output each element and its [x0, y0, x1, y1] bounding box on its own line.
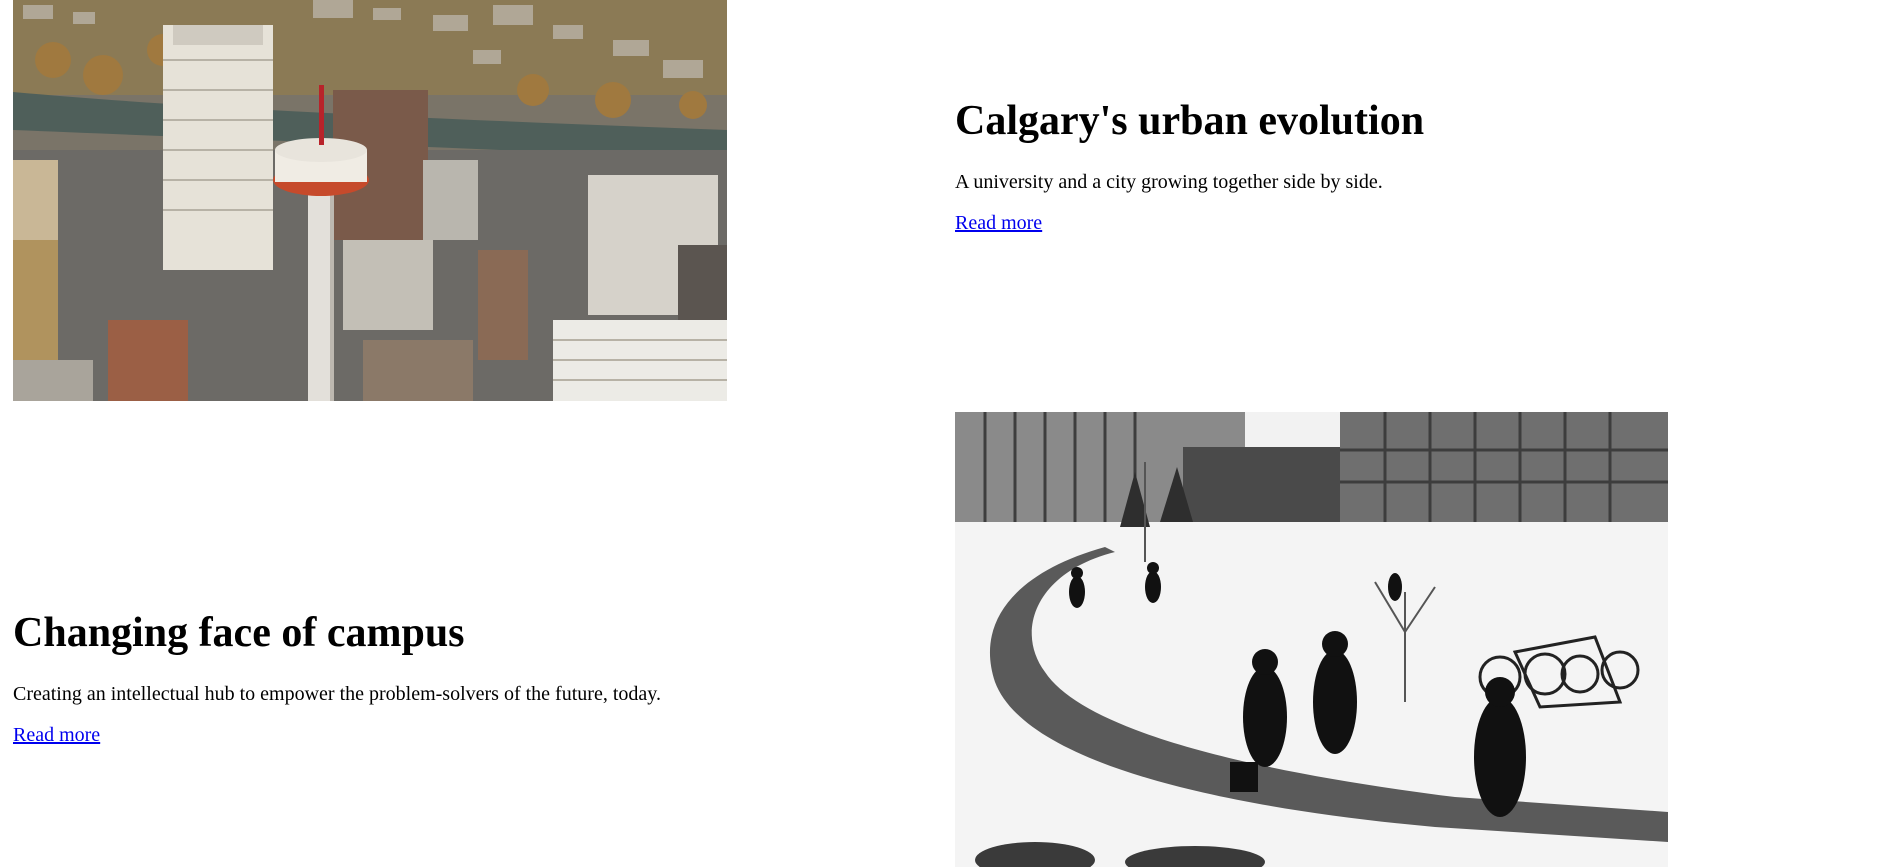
feature-description: Creating an intellectual hub to empower …	[13, 683, 661, 706]
feature-campus: Changing face of campus Creating an inte…	[13, 610, 661, 747]
campus-winter-image	[955, 412, 1668, 867]
feature-title: Calgary's urban evolution	[955, 98, 1425, 144]
feature-title: Changing face of campus	[13, 610, 465, 656]
read-more-link[interactable]: Read more	[955, 212, 1042, 234]
feature-urban-evolution: Calgary's urban evolution A university a…	[955, 98, 1424, 235]
feature-description: A university and a city growing together…	[955, 171, 1383, 194]
campus-winter-illustration	[955, 412, 1668, 867]
city-aerial-illustration	[13, 0, 727, 401]
city-aerial-image	[13, 0, 727, 401]
read-more-link[interactable]: Read more	[13, 724, 100, 746]
